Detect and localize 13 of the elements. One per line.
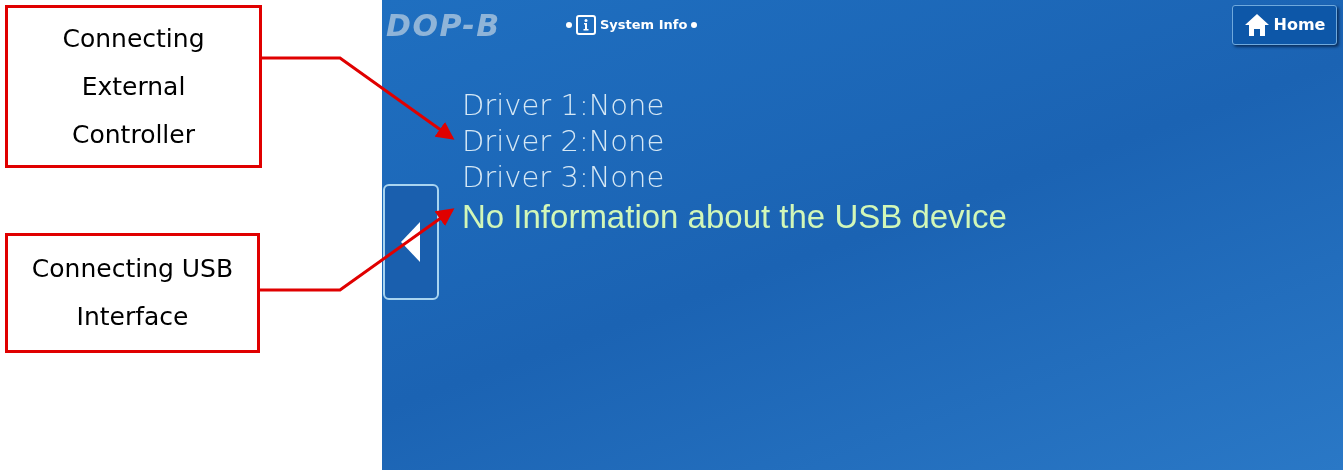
home-button[interactable]: Home [1232,5,1337,45]
driver-status: Driver 3:None [462,159,666,195]
back-button[interactable] [383,184,439,300]
left-triangle-icon [401,222,421,262]
driver-status: Driver 1:None [462,87,666,123]
usb-message: No Information about the USB device [462,197,1007,237]
callout-box: Connecting External Controller [5,5,262,168]
driver-status: Driver 2:None [462,123,666,159]
screen-title: System Info [600,16,688,35]
callout-box: Connecting USB Interface [5,233,260,353]
info-icon [576,15,596,35]
logo: DOP-B [386,6,502,45]
home-icon [1243,13,1270,37]
